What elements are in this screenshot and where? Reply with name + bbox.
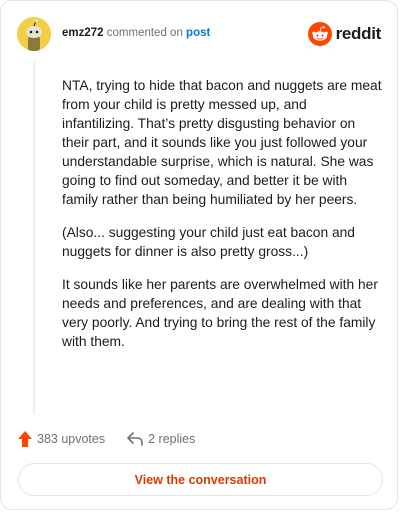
comment-meta: emz272 commented on post — [62, 26, 210, 40]
comment-actions: 383 upvotes 2 replies — [18, 429, 195, 449]
username-link[interactable]: emz272 — [62, 27, 104, 39]
embedded-comment-card: emz272 commented on post reddit NTA, try… — [0, 0, 398, 510]
reddit-logo-icon — [307, 22, 332, 46]
reply-arrow-icon — [127, 432, 143, 446]
reply-count: 2 replies — [148, 432, 196, 446]
snoo-avatar-icon — [17, 17, 51, 51]
view-conversation-button[interactable]: View the conversation — [18, 463, 383, 496]
comment-header: emz272 commented on post reddit — [17, 17, 381, 53]
comment-body: NTA, trying to hide that bacon and nugge… — [62, 76, 382, 365]
upvote-count: 383 upvotes — [37, 432, 106, 446]
replies-button[interactable]: 2 replies — [127, 432, 195, 446]
comment-paragraph-3: It sounds like her parents are overwhelm… — [62, 277, 378, 349]
reddit-brand[interactable]: reddit — [307, 21, 382, 47]
comment-paragraph-1: NTA, trying to hide that bacon and nugge… — [62, 78, 382, 207]
post-link[interactable]: post — [186, 27, 210, 39]
upvote-arrow-icon — [18, 431, 32, 447]
thread-line — [33, 61, 35, 414]
avatar[interactable] — [17, 17, 51, 51]
reddit-wordmark: reddit — [335, 24, 382, 43]
commented-on-text: commented on — [106, 27, 183, 39]
comment-paragraph-2: (Also... suggesting your child just eat … — [62, 225, 355, 259]
upvote-button[interactable]: 383 upvotes — [18, 431, 105, 447]
